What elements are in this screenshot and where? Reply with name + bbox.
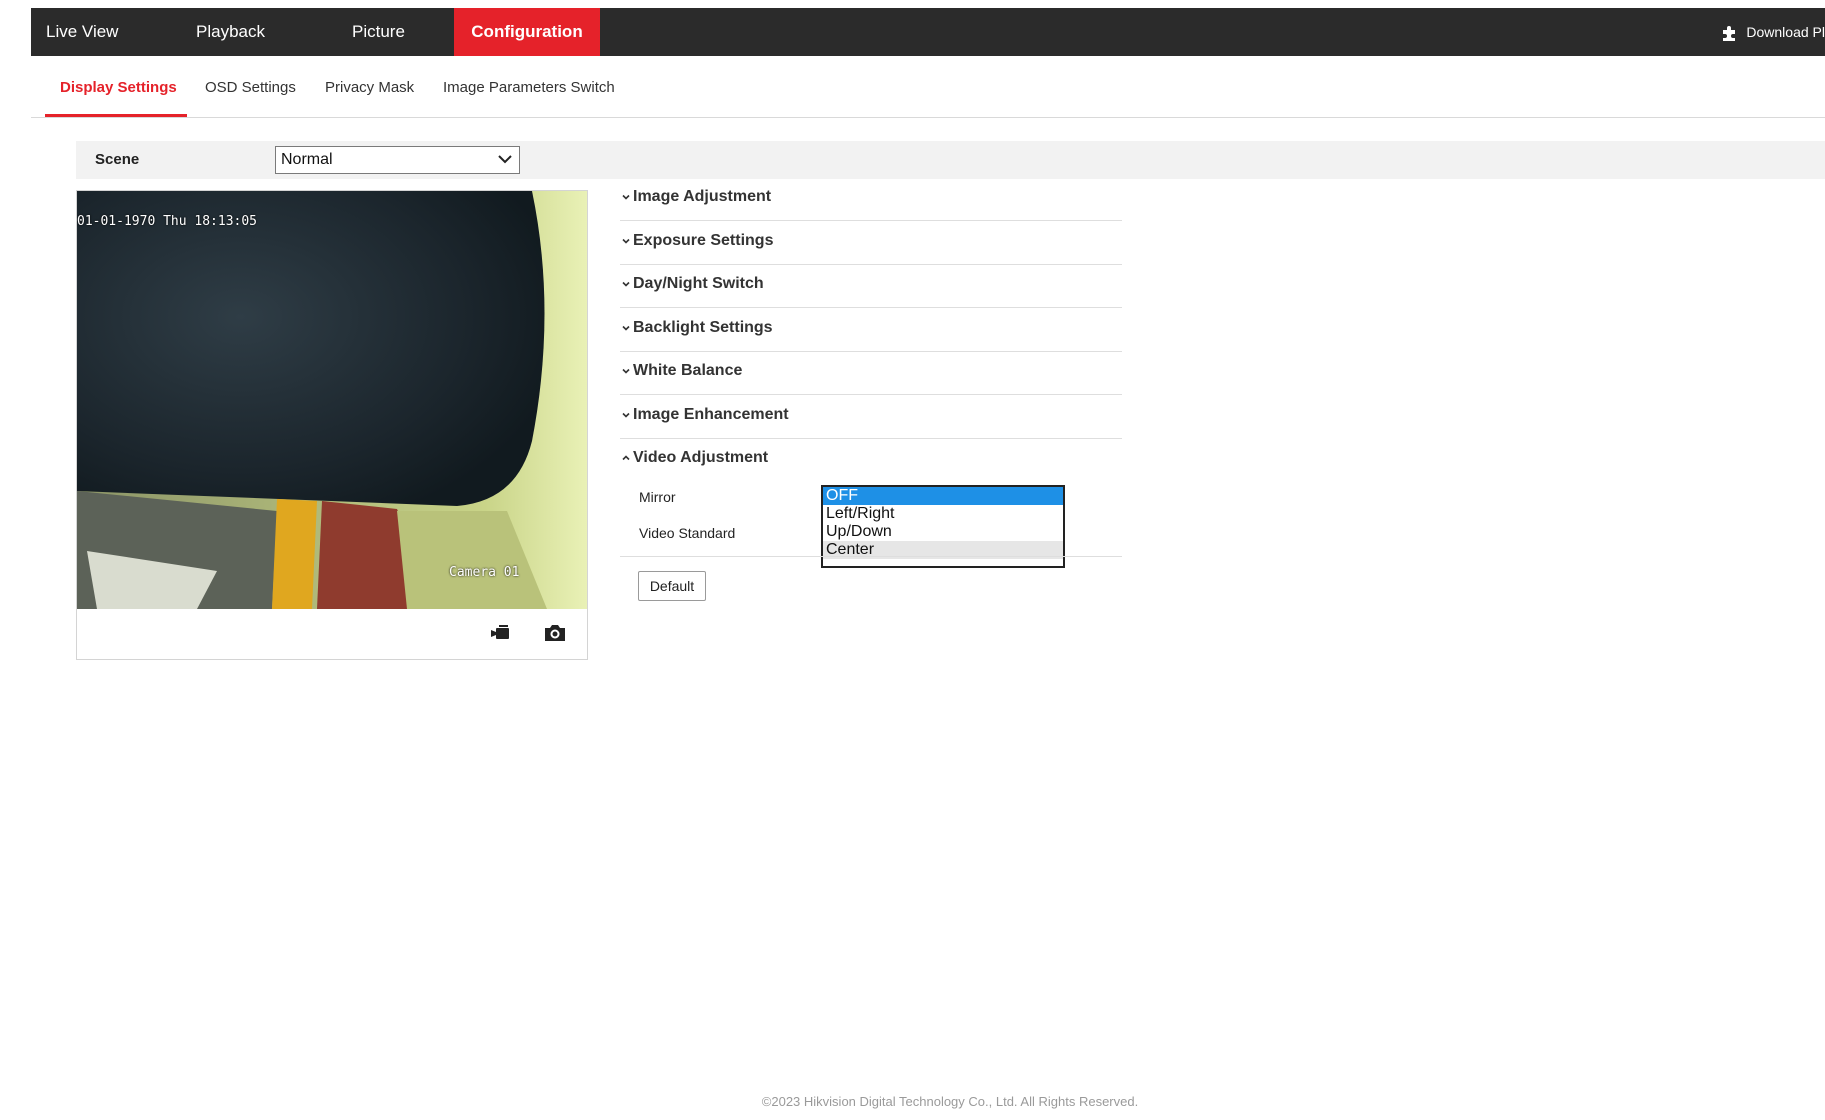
chevron-down-icon [622,368,630,374]
camera-feed: 01-01-1970 Thu 18:13:05 Camera 01 [77,191,587,609]
video-standard-label: Video Standard [639,525,736,541]
record-button[interactable] [488,621,514,645]
video-preview: 01-01-1970 Thu 18:13:05 Camera 01 [76,190,588,660]
section-title: Exposure Settings [633,232,774,249]
nav-playback[interactable]: Playback [196,8,265,56]
section-title: White Balance [633,362,743,379]
tab-image-parameters-switch[interactable]: Image Parameters Switch [443,58,615,118]
top-nav: Live View Playback Picture Configuration… [31,8,1825,56]
mirror-label: Mirror [639,489,676,505]
scene-bar: Scene Normal [76,141,1825,179]
section-exposure-settings[interactable]: Exposure Settings [620,221,1122,265]
osd-camera-name: Camera 01 [449,565,520,580]
section-title: Video Adjustment [633,449,769,466]
tab-display-settings[interactable]: Display Settings [60,58,177,118]
puzzle-icon [1723,26,1736,42]
section-day-night-switch[interactable]: Day/Night Switch [620,264,1122,308]
scene-select-value: Normal [281,151,333,168]
section-backlight-settings[interactable]: Backlight Settings [620,308,1122,352]
active-tab-indicator [45,114,187,117]
mirror-option-left-right[interactable]: Left/Right [823,505,1063,523]
mirror-option-up-down[interactable]: Up/Down [823,523,1063,541]
chevron-down-icon [622,281,630,287]
capture-icon [545,625,565,641]
scene-select[interactable]: Normal [275,146,520,174]
download-plugin-label: Download Pl [1746,24,1825,40]
section-title: Day/Night Switch [633,275,764,292]
sub-tabs: Display Settings OSD Settings Privacy Ma… [31,58,1825,118]
chevron-down-icon [622,194,630,200]
mirror-option-off[interactable]: OFF [823,487,1063,505]
section-image-adjustment[interactable]: Image Adjustment [620,177,1122,221]
tab-osd-settings[interactable]: OSD Settings [205,58,296,118]
nav-live-view[interactable]: Live View [46,8,118,56]
capture-button[interactable] [542,621,568,645]
section-title: Backlight Settings [633,319,773,336]
default-button[interactable]: Default [638,571,706,601]
section-video-adjustment[interactable]: Video Adjustment [620,438,1122,482]
nav-picture[interactable]: Picture [352,8,405,56]
chevron-down-icon [622,325,630,331]
record-icon [491,625,509,639]
chevron-up-icon [622,455,630,461]
download-plugin-link[interactable]: Download Pl [1720,8,1825,56]
chevron-down-icon [498,155,512,164]
tab-privacy-mask[interactable]: Privacy Mask [325,58,414,118]
osd-timestamp: 01-01-1970 Thu 18:13:05 [77,214,258,229]
section-title: Image Adjustment [633,188,772,205]
section-white-balance[interactable]: White Balance [620,351,1122,395]
chevron-down-icon [622,412,630,418]
scene-label: Scene [95,151,140,168]
section-title: Image Enhancement [633,406,789,423]
chevron-down-icon [622,238,630,244]
divider [620,556,1122,557]
footer-copyright: ©2023 Hikvision Digital Technology Co., … [761,1094,1139,1109]
section-image-enhancement[interactable]: Image Enhancement [620,395,1122,439]
camera-image [77,191,587,609]
nav-configuration[interactable]: Configuration [454,8,600,56]
